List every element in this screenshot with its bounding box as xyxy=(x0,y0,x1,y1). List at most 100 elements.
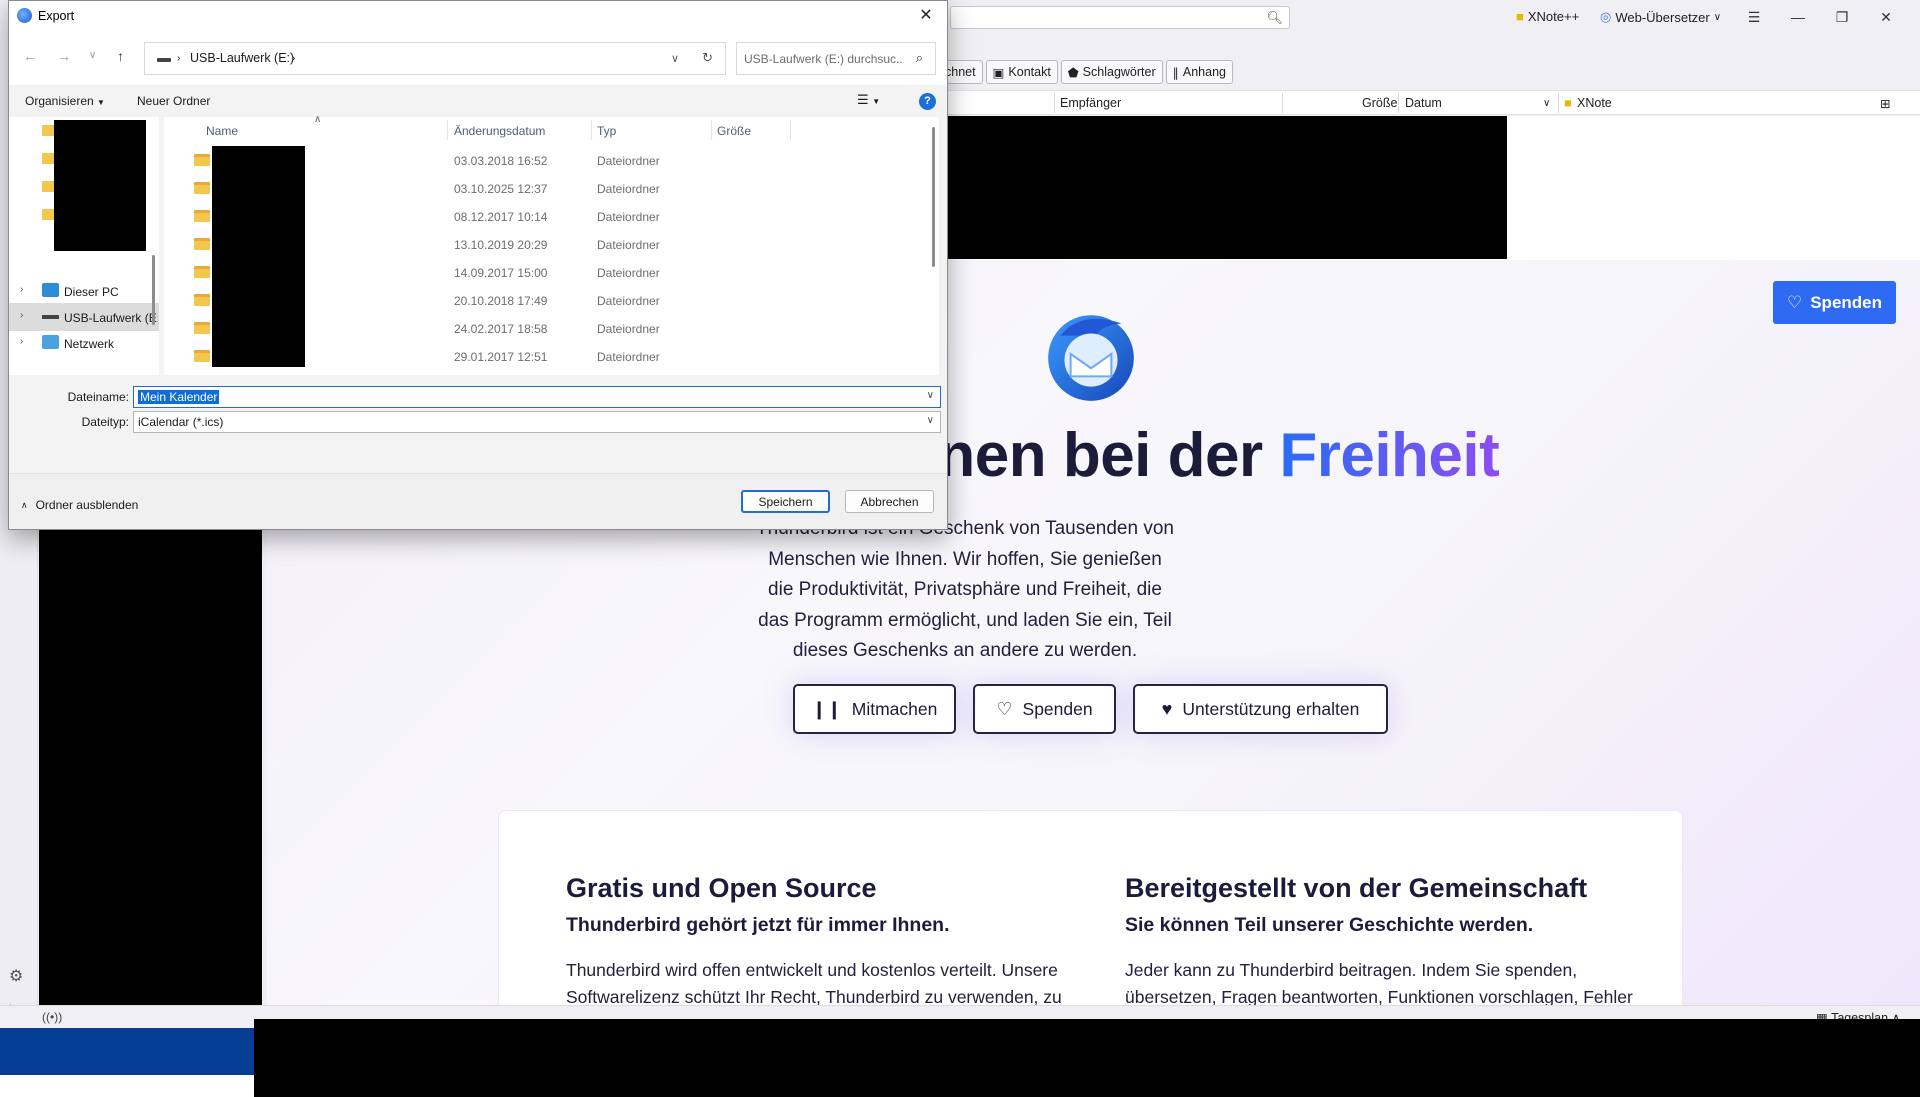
xnote-addon-button[interactable]: ■ XNote++ xyxy=(1516,9,1579,24)
recent-locations-icon[interactable]: ∨ xyxy=(89,50,96,61)
address-bar[interactable]: › USB-Laufwerk (E:) › ∨ ↻ xyxy=(144,42,726,75)
filter-tags-button[interactable]: ⬟ Schlagwörter xyxy=(1060,60,1163,84)
thunderbird-logo-icon xyxy=(1048,315,1134,401)
help-icon[interactable]: ? xyxy=(919,93,936,110)
note-icon: ■ xyxy=(1516,9,1524,24)
connection-status-icon[interactable]: ((•)) xyxy=(42,1010,62,1024)
donate-top-button[interactable]: ♡ Spenden xyxy=(1773,281,1896,324)
chevron-down-icon[interactable]: ∨ xyxy=(927,390,934,401)
breadcrumb-chevron-icon[interactable]: › xyxy=(292,53,295,64)
refresh-icon[interactable]: ↻ xyxy=(702,50,713,66)
forward-arrow-icon[interactable]: → xyxy=(57,48,71,64)
cancel-button[interactable]: Abbrechen xyxy=(845,490,934,513)
expand-chevron-icon[interactable]: › xyxy=(20,336,23,347)
filename-label: Dateiname: xyxy=(67,390,129,404)
heart-icon: ♡ xyxy=(996,698,1013,719)
note-icon: ■ xyxy=(1564,96,1572,110)
column-separator xyxy=(1282,93,1283,113)
filter-attachment-button[interactable]: ∥ Anhang xyxy=(1165,60,1233,84)
dialog-close-button[interactable]: ✕ xyxy=(913,5,939,27)
back-arrow-icon[interactable]: ← xyxy=(23,48,37,64)
global-search-input[interactable]: 🔍︎ xyxy=(950,6,1290,29)
column-separator[interactable] xyxy=(790,120,791,140)
restore-button[interactable]: ❐ xyxy=(1822,6,1862,28)
filename-input[interactable]: Mein Kalender ∨ xyxy=(133,386,941,408)
chevron-down-icon: ▼ xyxy=(97,98,105,107)
nav-item-this-pc[interactable]: › Dieser PC xyxy=(9,277,159,305)
nav-item-usb-drive[interactable]: › USB-Laufwerk (E:) xyxy=(9,303,159,331)
settings-gear-icon[interactable]: ⚙ xyxy=(9,966,23,986)
folder-icon xyxy=(194,322,210,334)
join-button[interactable]: ❙❙ Mitmachen xyxy=(793,684,956,734)
file-list-scrollbar[interactable] xyxy=(932,127,935,267)
folder-icon xyxy=(194,294,210,306)
breadcrumb-drive[interactable]: USB-Laufwerk (E:) xyxy=(190,51,294,65)
close-window-button[interactable]: ✕ xyxy=(1866,6,1906,28)
chevron-down-icon[interactable]: ∨ xyxy=(927,415,934,426)
pc-icon xyxy=(42,283,59,297)
expand-chevron-icon[interactable]: › xyxy=(20,310,23,321)
column-name[interactable]: Name xyxy=(206,124,238,138)
filter-signed-button[interactable]: chnet xyxy=(945,60,983,84)
folder-icon xyxy=(194,350,210,362)
column-date[interactable]: Datum xyxy=(1405,96,1442,110)
message-list-header: Empfänger Größe Datum ∨ ■ XNote ⊞ xyxy=(940,90,1920,115)
redacted-message-list xyxy=(940,116,1507,259)
new-folder-button[interactable]: Neuer Ordner xyxy=(137,94,210,108)
up-arrow-icon[interactable]: ↑ xyxy=(117,48,124,64)
column-type[interactable]: Typ xyxy=(597,124,616,138)
column-separator[interactable] xyxy=(447,120,448,140)
minimize-button[interactable]: — xyxy=(1778,6,1818,28)
column-separator xyxy=(1054,93,1055,113)
save-button[interactable]: Speichern xyxy=(741,490,830,513)
folder-icon xyxy=(194,238,210,250)
column-size[interactable]: Größe xyxy=(1362,96,1397,110)
column-xnote[interactable]: XNote xyxy=(1577,96,1612,110)
nav-item-network[interactable]: › Netzwerk xyxy=(9,329,159,357)
heart-icon: ♡ xyxy=(1786,292,1803,312)
export-dialog: Export ✕ ← → ∨ ↑ › USB-Laufwerk (E:) › ∨… xyxy=(8,0,948,530)
card-column-community: Bereitgestellt von der Gemeinschaft Sie … xyxy=(1125,873,1645,1011)
column-separator[interactable] xyxy=(591,120,592,140)
column-modified[interactable]: Änderungsdatum xyxy=(454,124,545,138)
column-picker-icon[interactable]: ⊞ xyxy=(1880,96,1890,111)
chevron-up-icon: ∧ xyxy=(21,499,28,510)
view-options-icon[interactable]: ☰ ▼ xyxy=(857,92,880,108)
page-headline: hnen bei der Freiheit xyxy=(900,421,1500,490)
nav-scrollbar[interactable] xyxy=(152,255,155,325)
search-icon: 🔍︎ xyxy=(1266,10,1283,25)
redacted-taskbar xyxy=(254,1019,1920,1097)
address-history-icon[interactable]: ∨ xyxy=(671,52,679,65)
chevron-down-icon[interactable]: ∨ xyxy=(1543,98,1550,109)
column-separator[interactable] xyxy=(711,120,712,140)
dialog-title: Export xyxy=(38,9,75,23)
globe-icon: ◎ xyxy=(1600,9,1612,24)
folder-icon xyxy=(194,182,210,194)
hide-folders-toggle[interactable]: ∧ Ordner ausblenden xyxy=(21,498,138,512)
card-column-open-source: Gratis und Open Source Thunderbird gehör… xyxy=(566,873,1066,1011)
contact-icon: ▣ xyxy=(992,65,1005,80)
folder-search-input[interactable]: USB-Laufwerk (E:) durchsuc... ⌕ xyxy=(736,42,936,75)
organize-menu-button[interactable]: Organisieren ▼ xyxy=(25,94,105,108)
filetype-select[interactable]: iCalendar (*.ics) ∨ xyxy=(133,411,941,433)
intro-paragraph: Thunderbird ist ein Geschenk von Tausend… xyxy=(756,518,1174,661)
filter-contact-button[interactable]: ▣ Kontakt xyxy=(985,60,1058,84)
expand-chevron-icon[interactable]: › xyxy=(20,284,23,295)
web-translator-button[interactable]: ◎ Web-Übersetzer ∨ xyxy=(1600,9,1721,25)
column-separator xyxy=(1558,93,1559,113)
dialog-titlebar: Export ✕ xyxy=(9,1,947,31)
usb-drive-icon xyxy=(157,58,171,62)
get-support-button[interactable]: ♥ Unterstützung erhalten xyxy=(1133,684,1388,734)
taskbar-area xyxy=(0,1028,256,1075)
save-fields: Dateiname: Mein Kalender ∨ Dateityp: iCa… xyxy=(9,375,947,471)
card-text: Thunderbird wird offen entwickelt und ko… xyxy=(566,960,1062,1007)
folder-icon xyxy=(194,266,210,278)
search-icon: ⌕ xyxy=(915,50,923,65)
column-recipient[interactable]: Empfänger xyxy=(1060,96,1121,110)
donate-button[interactable]: ♡ Spenden xyxy=(973,684,1116,734)
usb-drive-icon xyxy=(42,315,59,319)
sort-ascending-icon: ∧ xyxy=(314,114,322,125)
app-menu-icon[interactable]: ☰ xyxy=(1734,6,1774,28)
column-size[interactable]: Größe xyxy=(717,124,751,138)
thunderbird-app-icon xyxy=(17,8,32,23)
